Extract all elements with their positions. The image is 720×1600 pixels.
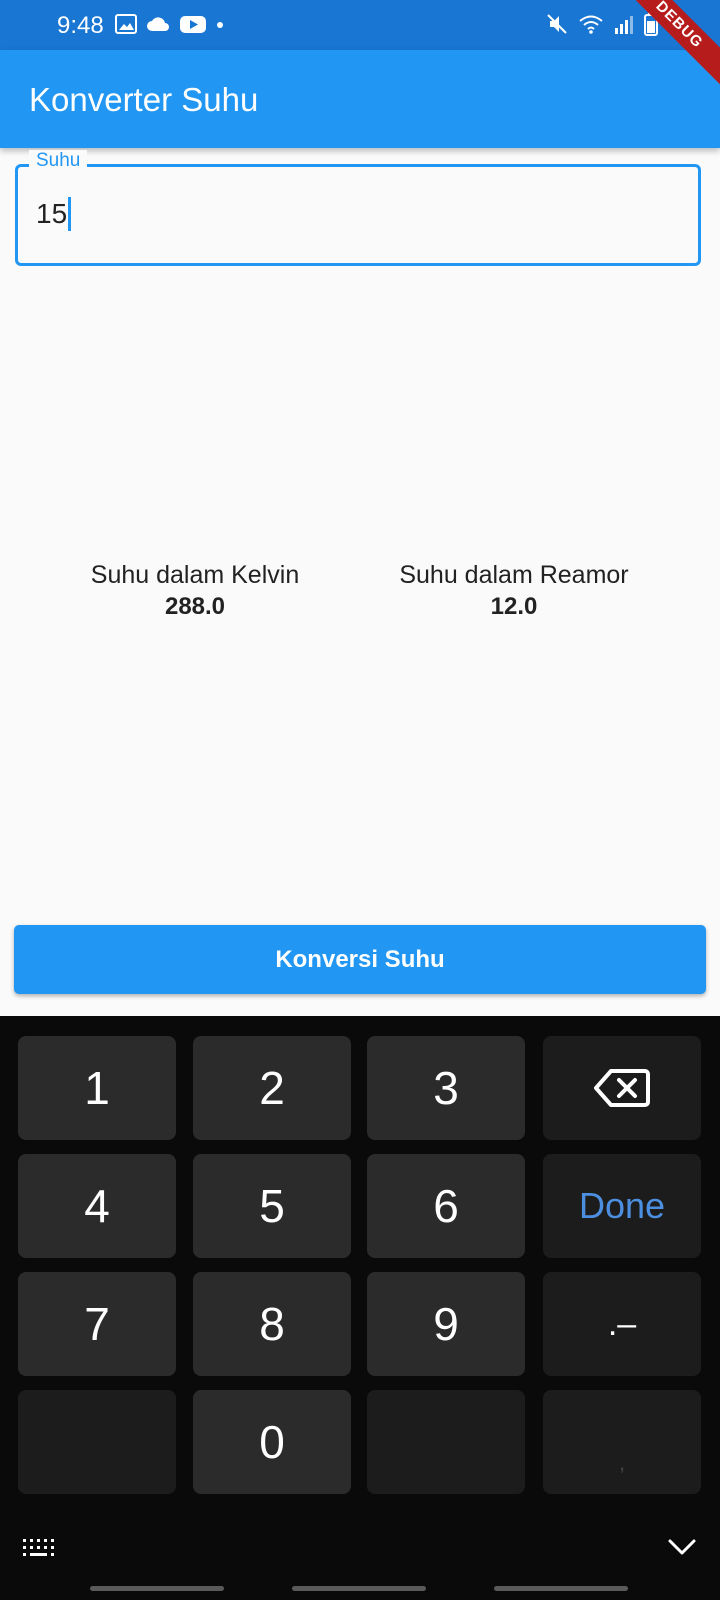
backspace-icon [594, 1069, 650, 1107]
status-bar: 9:48 [0, 0, 720, 50]
key-0[interactable]: 0 [193, 1390, 351, 1494]
key-9[interactable]: 9 [367, 1272, 525, 1376]
app-bar: Konverter Suhu [0, 50, 720, 148]
key-6[interactable]: 6 [367, 1154, 525, 1258]
nav-pill-center [292, 1586, 426, 1591]
nav-pill-right [494, 1586, 628, 1591]
convert-button[interactable]: Konversi Suhu [14, 925, 706, 994]
reamur-value: 12.0 [490, 593, 538, 620]
youtube-icon [180, 16, 206, 33]
empty-key-middle [367, 1390, 525, 1494]
key-7[interactable]: 7 [18, 1272, 176, 1376]
nav-pill-left [90, 1586, 224, 1591]
comma-key[interactable]: , [543, 1390, 701, 1494]
kelvin-value: 288.0 [164, 593, 226, 620]
mute-icon [547, 14, 567, 34]
dot-icon [217, 22, 223, 28]
empty-key-left [18, 1390, 176, 1494]
text-cursor [68, 197, 72, 231]
temperature-input-label: Suhu [29, 150, 88, 172]
key-5[interactable]: 5 [193, 1154, 351, 1258]
gallery-icon [115, 14, 137, 34]
cloud-icon [147, 17, 169, 31]
temperature-input-value[interactable]: 15 [36, 197, 72, 231]
key-3[interactable]: 3 [367, 1036, 525, 1140]
key-2[interactable]: 2 [193, 1036, 351, 1140]
reamur-label: Suhu dalam Reamor [399, 561, 629, 589]
status-time: 9:48 [57, 12, 104, 39]
page-title: Konverter Suhu [29, 81, 259, 118]
reamur-result: Suhu dalam Reamor 12.0 [364, 561, 664, 621]
kelvin-result: Suhu dalam Kelvin 288.0 [45, 561, 345, 621]
keyboard-switch-icon[interactable] [22, 1537, 58, 1566]
temperature-input[interactable] [15, 164, 701, 266]
temperature-input-text: 15 [36, 198, 68, 229]
keyboard-hide-icon[interactable] [667, 1536, 697, 1563]
key-4[interactable]: 4 [18, 1154, 176, 1258]
key-1[interactable]: 1 [18, 1036, 176, 1140]
wifi-icon [579, 15, 603, 34]
status-system-icons [546, 12, 658, 36]
kelvin-label: Suhu dalam Kelvin [90, 561, 300, 589]
done-key[interactable]: Done [543, 1154, 701, 1258]
key-8[interactable]: 8 [193, 1272, 351, 1376]
backspace-key[interactable] [543, 1036, 701, 1140]
status-notification-icons [115, 13, 225, 35]
dot-minus-key[interactable]: .– [543, 1272, 701, 1376]
signal-icon [615, 16, 633, 34]
